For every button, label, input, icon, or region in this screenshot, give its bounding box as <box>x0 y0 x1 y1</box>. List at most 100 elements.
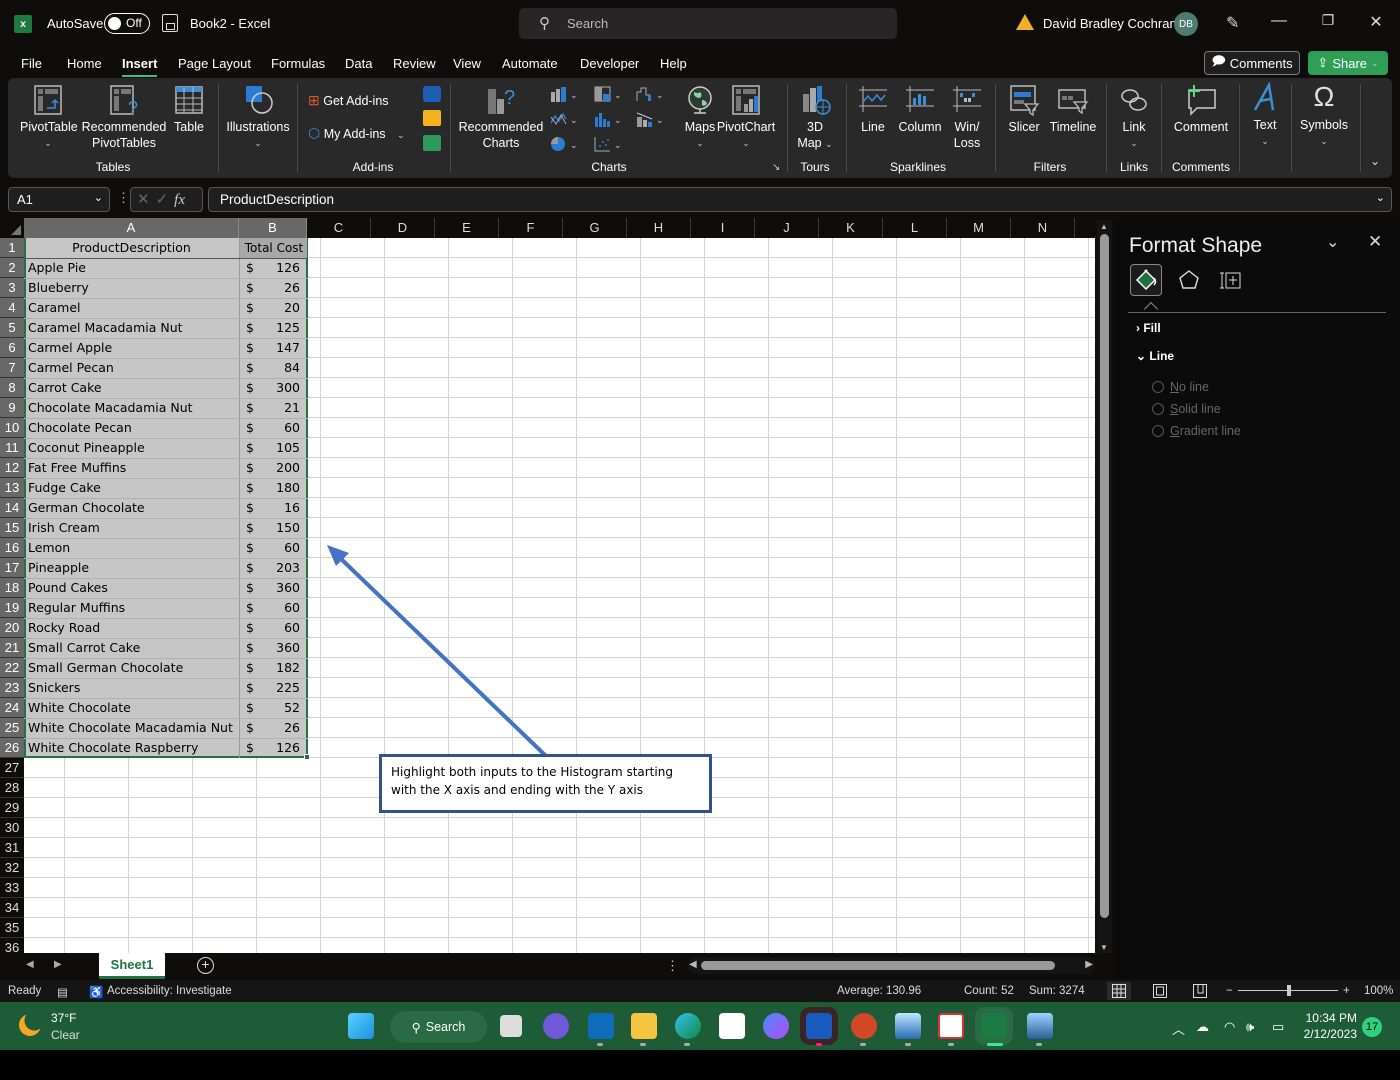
cancel-icon[interactable]: ✕ <box>137 191 156 208</box>
illustrations-button[interactable]: Illustrations ⌄ <box>223 84 293 151</box>
column-header-n[interactable]: N <box>1011 218 1075 238</box>
word-icon[interactable] <box>800 1007 838 1045</box>
timeline-button[interactable]: Timeline <box>1047 84 1099 135</box>
cell-currency-symbol[interactable]: $ <box>246 498 262 518</box>
tab-home[interactable]: Home <box>67 56 102 71</box>
cell-b1[interactable]: Total Cost <box>241 238 307 258</box>
row-header[interactable]: 35 <box>0 918 24 938</box>
cell-total-cost[interactable]: 60 <box>262 598 300 618</box>
row-header[interactable]: 26 <box>0 738 24 758</box>
formula-input[interactable]: ProductDescription ⌄ <box>208 187 1392 212</box>
row-header[interactable]: 36 <box>0 938 24 953</box>
cell-product[interactable]: Chocolate Macadamia Nut <box>28 398 238 418</box>
minimize-button[interactable]: — <box>1267 12 1291 30</box>
powerpoint-icon[interactable] <box>851 1013 877 1039</box>
my-addins-button[interactable]: ⬡ My Add-ins ⌄ <box>308 125 418 143</box>
cell-product[interactable]: Small Carrot Cake <box>28 638 238 658</box>
tab-formulas[interactable]: Formulas <box>271 56 325 71</box>
column-header-d[interactable]: D <box>371 218 435 238</box>
recommended-pivottables-button[interactable]: ? Recommended PivotTables <box>81 84 167 151</box>
zoom-out-button[interactable]: − <box>1226 985 1233 997</box>
row-header[interactable]: 9 <box>0 398 24 418</box>
radio-gradient-line[interactable]: Gradient line <box>1152 424 1241 438</box>
hierarchy-chart-icon[interactable]: ⌄ <box>594 86 622 102</box>
horizontal-scroll-thumb[interactable] <box>701 961 1055 970</box>
row-header[interactable]: 20 <box>0 618 24 638</box>
cell-total-cost[interactable]: 126 <box>262 258 300 278</box>
scroll-right-icon[interactable]: ▶ <box>1085 959 1093 970</box>
cell-product[interactable]: Pineapple <box>28 558 238 578</box>
column-header-i[interactable]: I <box>691 218 755 238</box>
tab-effects[interactable] <box>1173 264 1205 296</box>
column-header-k[interactable]: K <box>819 218 883 238</box>
tab-page-layout[interactable]: Page Layout <box>178 56 251 71</box>
insert-function-icon[interactable]: fx <box>174 192 185 208</box>
vertical-scrollbar[interactable]: ▲ ▼ <box>1097 220 1112 954</box>
cell-total-cost[interactable]: 125 <box>262 318 300 338</box>
waterfall-chart-icon[interactable]: ⌄ <box>636 86 664 102</box>
weather-temperature[interactable]: 37°F <box>51 1011 76 1025</box>
warning-icon[interactable] <box>1016 14 1034 30</box>
line-chart-icon[interactable]: ⌄ <box>550 111 578 127</box>
cell-currency-symbol[interactable]: $ <box>246 698 262 718</box>
cell-currency-symbol[interactable]: $ <box>246 258 262 278</box>
column-header-a[interactable]: A <box>24 218 239 238</box>
cell-product[interactable]: Pound Cakes <box>28 578 238 598</box>
kindle-reader-icon[interactable] <box>895 1013 921 1039</box>
user-name[interactable]: David Bradley Cochran <box>1043 16 1177 31</box>
column-header-e[interactable]: E <box>435 218 499 238</box>
cell-total-cost[interactable]: 20 <box>262 298 300 318</box>
row-header[interactable]: 25 <box>0 718 24 738</box>
row-header[interactable]: 2 <box>0 258 24 278</box>
cell-total-cost[interactable]: 203 <box>262 558 300 578</box>
scatter-chart-icon[interactable]: ⌄ <box>594 136 622 152</box>
text-button[interactable]: Text ⌄ <box>1246 81 1284 149</box>
file-explorer-icon[interactable] <box>631 1013 657 1039</box>
row-header[interactable]: 8 <box>0 378 24 398</box>
scroll-left-icon[interactable]: ◀ <box>689 959 697 970</box>
avatar[interactable]: DB <box>1174 12 1198 36</box>
row-header[interactable]: 1 <box>0 238 24 258</box>
cell-total-cost[interactable]: 26 <box>262 278 300 298</box>
tab-help[interactable]: Help <box>660 56 687 71</box>
row-header[interactable]: 17 <box>0 558 24 578</box>
share-button[interactable]: ⇪ Share ⌄ <box>1308 51 1388 75</box>
tab-split-handle-icon[interactable]: ⋮ <box>666 958 679 974</box>
row-header[interactable]: 16 <box>0 538 24 558</box>
scroll-up-icon[interactable]: ▲ <box>1100 222 1108 231</box>
macro-recording-icon[interactable]: ▤ <box>57 985 68 999</box>
edge-browser-icon[interactable] <box>675 1013 701 1039</box>
windows-start-icon[interactable] <box>348 1013 374 1039</box>
snipping-tool-icon[interactable] <box>938 1013 964 1039</box>
status-count[interactable]: Count: 52 <box>964 985 1014 997</box>
cell-currency-symbol[interactable]: $ <box>246 558 262 578</box>
cell-product[interactable]: Blueberry <box>28 278 238 298</box>
onedrive-cloud-icon[interactable]: ☁ <box>1196 1019 1209 1035</box>
cell-total-cost[interactable]: 126 <box>262 738 300 758</box>
cell-total-cost[interactable]: 84 <box>262 358 300 378</box>
cell-currency-symbol[interactable]: $ <box>246 658 262 678</box>
page-layout-view-button[interactable] <box>1148 982 1172 1000</box>
cell-currency-symbol[interactable]: $ <box>246 318 262 338</box>
cell-total-cost[interactable]: 150 <box>262 518 300 538</box>
cell-product[interactable]: Regular Muffins <box>28 598 238 618</box>
row-header[interactable]: 34 <box>0 898 24 918</box>
cell-currency-symbol[interactable]: $ <box>246 678 262 698</box>
close-button[interactable]: ✕ <box>1364 12 1388 32</box>
cell-currency-symbol[interactable]: $ <box>246 598 262 618</box>
moon-weather-icon[interactable] <box>19 1014 41 1036</box>
cell-currency-symbol[interactable]: $ <box>246 578 262 598</box>
cell-currency-symbol[interactable]: $ <box>246 378 262 398</box>
microsoft-store-icon[interactable] <box>719 1013 745 1039</box>
column-header-g[interactable]: G <box>563 218 627 238</box>
cell-product[interactable]: White Chocolate Raspberry <box>28 738 238 758</box>
name-box[interactable]: A1 ⌄ <box>8 187 110 212</box>
radio-solid-line[interactable]: Solid line <box>1152 402 1221 416</box>
section-fill[interactable]: › Fill <box>1136 321 1161 335</box>
3d-map-button[interactable]: 3D Map ⌄ <box>792 84 838 152</box>
column-header-c[interactable]: C <box>307 218 371 238</box>
pane-close-icon[interactable]: ✕ <box>1368 232 1382 252</box>
column-header-b[interactable]: B <box>239 218 307 238</box>
task-view-icon[interactable] <box>500 1015 522 1037</box>
row-header[interactable]: 3 <box>0 278 24 298</box>
